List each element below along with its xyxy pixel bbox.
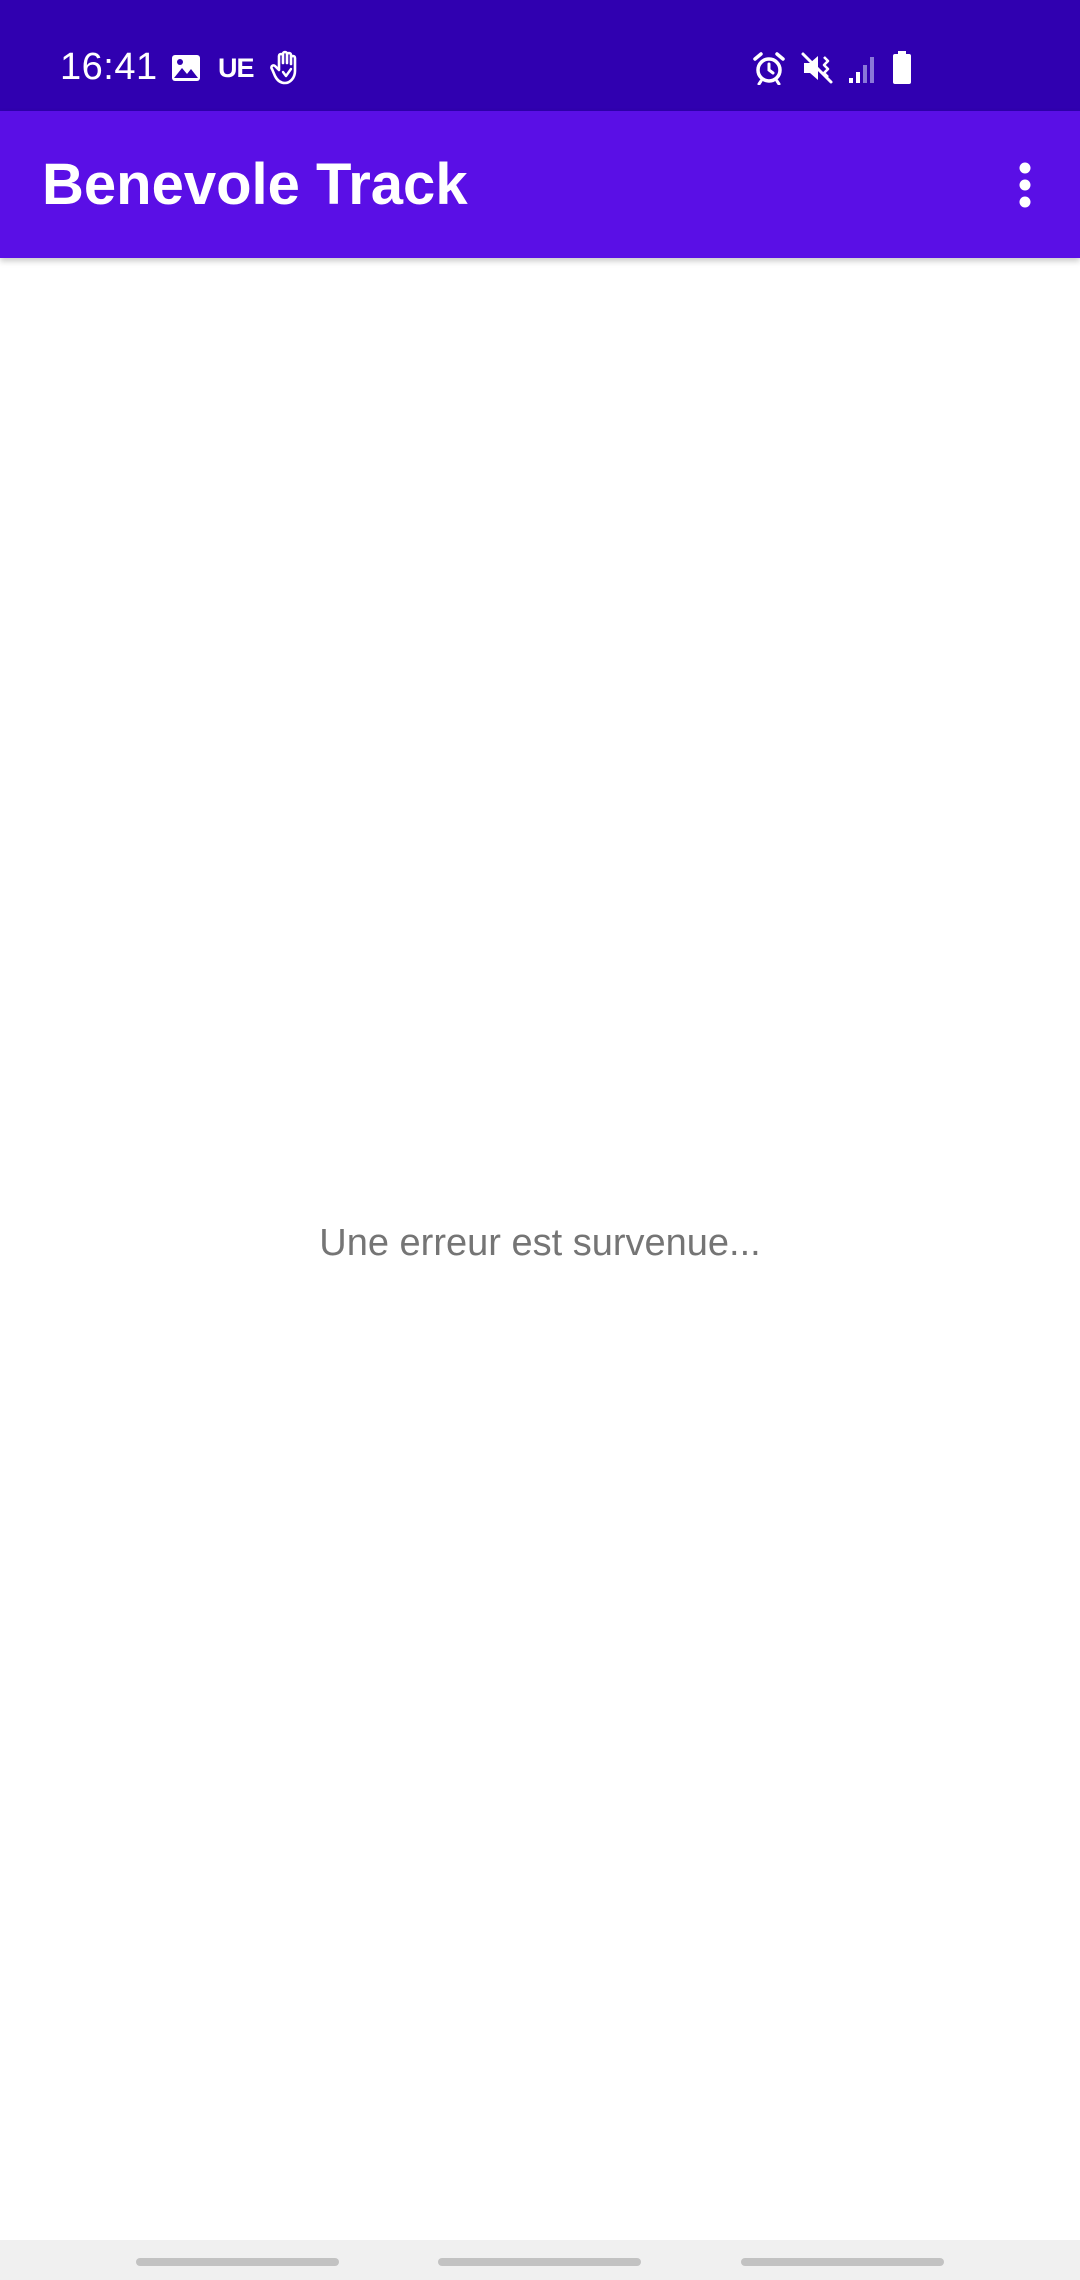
signal-icon — [848, 52, 878, 84]
app-bar: Benevole Track — [0, 111, 1080, 258]
battery-icon — [892, 51, 912, 85]
status-notification-icons: UE — [170, 50, 304, 86]
alarm-icon — [752, 51, 786, 85]
screen: 16:41 UE Benevole Track Une erreur est s… — [0, 0, 1080, 2280]
navigation-bar — [0, 2240, 1080, 2280]
app-title: Benevole Track — [42, 152, 468, 217]
gallery-icon — [170, 52, 202, 84]
ue-notification-icon: UE — [218, 53, 255, 83]
main-content: Une erreur est survenue... — [0, 258, 1080, 2240]
status-time: 16:41 — [60, 46, 158, 88]
nav-handle-home[interactable] — [438, 2258, 641, 2266]
status-system-icons — [752, 50, 912, 86]
hand-gesture-icon — [269, 50, 304, 86]
status-bar: 16:41 UE — [0, 0, 1080, 111]
nav-handle-back[interactable] — [741, 2258, 944, 2266]
nav-handle-recent-apps[interactable] — [136, 2258, 339, 2266]
overflow-menu-button[interactable] — [970, 111, 1080, 258]
more-vertical-icon — [1018, 162, 1032, 208]
error-message: Une erreur est survenue... — [319, 1222, 761, 1264]
mute-vibrate-icon — [800, 51, 834, 85]
